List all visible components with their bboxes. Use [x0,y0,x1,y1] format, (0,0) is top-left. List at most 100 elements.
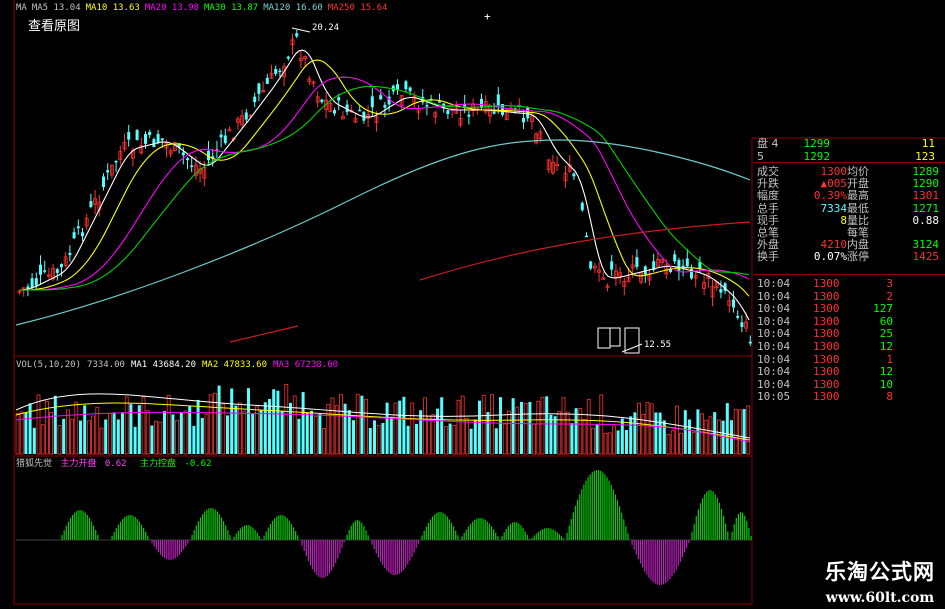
volume-bar [238,402,243,455]
volume-bar [427,415,432,455]
candle-body [265,77,269,84]
legend-item: MA20 13.98 [145,3,199,13]
volume-bar [574,408,578,454]
ma250-line [229,221,751,343]
volume-bar [40,424,45,455]
volume-bar [725,403,729,454]
candle-body [610,261,614,270]
candle-body [396,84,399,90]
candle-body [30,278,34,288]
candle-body [635,257,639,267]
volume-bar [511,398,515,454]
volume-bar [688,419,691,454]
volume-bar [545,396,549,454]
candle-body [337,97,341,101]
volume-bar [179,412,183,454]
indicator-panel[interactable] [16,470,752,585]
volume-bar [582,419,587,455]
volume-bar [532,423,536,455]
indicator-name: 猎狐先觉 [16,457,52,469]
volume-bar [259,409,263,454]
volume-bar [57,425,62,455]
candle-body [286,56,290,59]
volume-bar [301,392,305,454]
volume-bar [124,396,129,455]
volume-bar [490,394,495,455]
volume-bar [733,408,738,455]
candle-body [190,165,194,168]
volume-bar [460,395,465,455]
volume-bar [352,420,355,454]
volume-bar [620,418,624,454]
volume-bar [578,407,583,455]
candle-body [526,107,530,119]
candle-body [589,261,593,269]
candle-body [43,270,47,272]
volume-bar [721,420,725,454]
volume-bar [436,408,439,454]
candle-body [244,112,248,120]
candle-body [736,315,740,318]
volume-bar [310,410,313,454]
volume-bar [506,410,511,455]
volume-bar [368,427,372,454]
candle-body [404,81,408,90]
volume-bar [70,418,74,455]
indicator-buy-value: 0.62 [105,459,127,469]
volume-bar [595,423,599,454]
quote-divider [755,274,945,275]
legend-item: MA [16,3,27,13]
volume-panel[interactable] [15,384,751,455]
volume-bar [528,401,532,454]
volume-bar [104,419,108,454]
volume-bar [494,428,498,454]
stat-label: 换手 [757,250,779,264]
volume-bar [742,409,746,454]
volume-bar [158,421,163,455]
indicator-legend: 猎狐先觉 主力开盘 0.62 主力控盘 -0.62 [16,457,212,469]
volume-bar [675,405,679,455]
volume-bar [443,426,448,455]
legend-item: MA30 13.87 [204,3,258,13]
volume-bar [385,402,389,454]
price-panel[interactable] [15,27,752,354]
volume-bar [612,425,616,455]
candle-body [89,201,93,207]
candle-body [274,69,278,74]
volume-bar [313,416,318,455]
watermark-url: www.60lt.com [825,590,935,606]
volume-bar [49,412,53,455]
volume-bar [95,406,100,455]
volume-bar [183,410,188,455]
volume-bar [272,389,276,454]
candle-body [34,278,38,286]
volume-bar [616,430,620,454]
volume-bar [376,424,381,455]
volume-bar [45,400,49,455]
volume-bar [625,429,628,454]
volume-bar [473,419,477,454]
candle-body [522,117,525,123]
volume-bar [87,420,91,455]
candle-body [106,170,110,173]
candle-body [740,322,744,327]
volume-bar [150,425,154,454]
candle-body [492,111,496,114]
volume-bar [691,431,696,455]
volume-bar [478,400,481,454]
volume-bar [469,428,473,454]
view-original-label[interactable]: 查看原图 [28,18,80,34]
volume-bar [91,415,95,455]
indicator-sell-value: -0.62 [184,459,211,469]
candle-body [135,129,139,141]
volume-bar [499,397,502,454]
volume-bar [700,413,704,455]
volume-bar [74,401,79,455]
candle-body [148,131,152,136]
volume-bar [658,412,662,454]
candle-body [677,260,681,271]
quote-panel[interactable]: 盘 4 1299 11 5 1292 123 成交 1300 均价 1289 升跌 ▲005 开盘 12… [755,137,945,408]
volume-bar [242,410,247,455]
volume-bar [251,414,255,454]
volume-bar [456,399,461,455]
